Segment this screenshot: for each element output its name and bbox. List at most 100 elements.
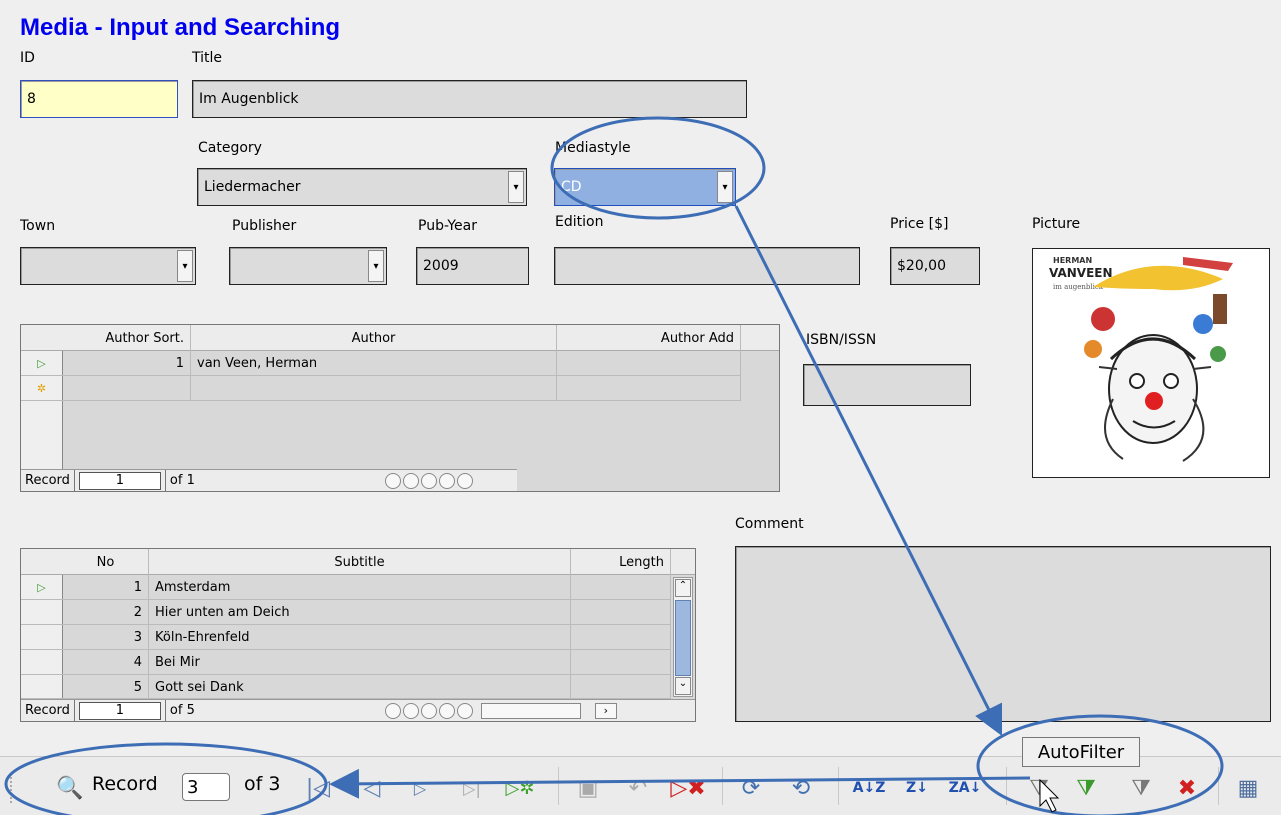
pubyear-field[interactable]: 2009	[416, 247, 529, 285]
dropdown-arrow-icon[interactable]: ▾	[177, 250, 193, 282]
sort-ascending-icon[interactable]: A↓Z	[853, 771, 886, 805]
new-record-icon[interactable]	[456, 472, 473, 489]
row-marker	[21, 600, 63, 624]
column-header[interactable]: Author	[191, 325, 557, 351]
previous-record-icon[interactable]	[402, 702, 419, 719]
separator	[558, 767, 559, 805]
author-add-cell[interactable]	[557, 376, 741, 400]
next-record-icon[interactable]: ▷	[404, 771, 436, 805]
record-number-input[interactable]: 1	[78, 701, 161, 720]
author-record-navigator: Record 1 of 1	[21, 469, 517, 491]
publisher-combo[interactable]: ▾	[229, 247, 387, 285]
refresh-icon[interactable]: ⟳	[734, 771, 768, 805]
first-record-icon[interactable]	[384, 702, 401, 719]
new-row-icon: ✲	[21, 376, 63, 400]
subtitle-cell[interactable]: Amsterdam	[149, 575, 571, 599]
edition-field[interactable]	[554, 247, 860, 285]
subtitle-cell[interactable]: Gott sei Dank	[149, 675, 571, 698]
pubyear-label: Pub-Year	[418, 218, 477, 234]
no-cell[interactable]: 1	[63, 575, 149, 599]
column-header[interactable]: Subtitle	[149, 549, 571, 575]
undo-icon[interactable]: ↶	[622, 771, 654, 805]
table-row[interactable]: ▷ 1 van Veen, Herman	[21, 351, 741, 376]
previous-record-icon[interactable]: ◁	[356, 771, 388, 805]
next-record-icon[interactable]	[420, 472, 437, 489]
author-cell[interactable]: van Veen, Herman	[191, 351, 557, 375]
author-sort-cell[interactable]: 1	[63, 351, 191, 375]
isbn-field[interactable]	[803, 364, 971, 406]
last-record-icon[interactable]: ▷|	[456, 771, 488, 805]
no-cell[interactable]: 2	[63, 600, 149, 624]
category-combo[interactable]: Liedermacher ▾	[197, 168, 527, 206]
new-record-icon[interactable]	[456, 702, 473, 719]
author-grid[interactable]: Author Sort. Author Author Add ▷ 1 van V…	[20, 324, 780, 492]
row-marker	[21, 650, 63, 674]
author-sort-cell[interactable]	[63, 376, 191, 400]
new-record-icon[interactable]: ▷✲	[502, 771, 538, 805]
table-row[interactable]: 3 Köln-Ehrenfeld	[21, 625, 671, 650]
title-field[interactable]: Im Augenblick	[192, 80, 747, 118]
no-cell[interactable]: 3	[63, 625, 149, 649]
sort-icon[interactable]: ZA↓	[948, 771, 982, 805]
table-row[interactable]: 4 Bei Mir	[21, 650, 671, 675]
dropdown-arrow-icon[interactable]: ▾	[717, 171, 733, 203]
autofilter-icon[interactable]: ⧩	[1022, 771, 1056, 805]
length-cell[interactable]	[571, 675, 671, 698]
reset-filter-icon[interactable]: ✖	[1168, 771, 1206, 805]
no-cell[interactable]: 4	[63, 650, 149, 674]
save-record-icon[interactable]: ▣	[572, 771, 604, 805]
previous-record-icon[interactable]	[402, 472, 419, 489]
subtitle-cell[interactable]: Hier unten am Deich	[149, 600, 571, 624]
no-cell[interactable]: 5	[63, 675, 149, 698]
id-field[interactable]: 8	[20, 80, 178, 118]
scroll-up-icon[interactable]: ⌃	[675, 579, 691, 597]
next-record-icon[interactable]	[420, 702, 437, 719]
subtitle-cell[interactable]: Köln-Ehrenfeld	[149, 625, 571, 649]
column-header[interactable]: No	[63, 549, 149, 575]
delete-record-icon[interactable]: ▷✖	[668, 771, 708, 805]
column-header[interactable]: Author Add	[557, 325, 741, 351]
scroll-down-icon[interactable]: ⌄	[675, 677, 691, 695]
comment-field[interactable]	[735, 546, 1271, 722]
scroll-thumb[interactable]	[675, 600, 691, 676]
find-icon[interactable]: 🔍	[54, 771, 86, 805]
record-label: Record	[92, 773, 158, 795]
length-cell[interactable]	[571, 625, 671, 649]
last-record-icon[interactable]	[438, 472, 455, 489]
toolbar-grip[interactable]	[10, 773, 13, 803]
record-number-input[interactable]: 1	[78, 471, 161, 490]
author-add-cell[interactable]	[557, 351, 741, 375]
data-source-icon[interactable]: ▦	[1230, 771, 1266, 805]
column-header[interactable]: Author Sort.	[63, 325, 191, 351]
scroll-right-icon[interactable]: ›	[594, 702, 617, 719]
table-row[interactable]: 2 Hier unten am Deich	[21, 600, 671, 625]
mediastyle-combo[interactable]: CD ▾	[554, 168, 736, 206]
apply-filter-icon[interactable]: ⧩	[1068, 771, 1104, 805]
length-cell[interactable]	[571, 650, 671, 674]
table-row[interactable]: ▷ 1 Amsterdam	[21, 575, 671, 600]
length-cell[interactable]	[571, 600, 671, 624]
table-row[interactable]: ✲	[21, 376, 741, 401]
sort-descending-icon[interactable]: Z↓	[900, 771, 934, 805]
category-label: Category	[198, 140, 262, 156]
first-record-icon[interactable]: |◁	[302, 771, 334, 805]
refresh-control-icon[interactable]: ⟲	[784, 771, 818, 805]
dropdown-arrow-icon[interactable]: ▾	[368, 250, 384, 282]
horizontal-scrollbar[interactable]	[480, 702, 581, 719]
subtitle-cell[interactable]: Bei Mir	[149, 650, 571, 674]
vertical-scrollbar[interactable]: ⌃ ⌄	[673, 577, 693, 697]
record-number-input[interactable]: 3	[182, 773, 230, 801]
town-combo[interactable]: ▾	[20, 247, 196, 285]
standard-filter-icon[interactable]: ⧩	[1124, 771, 1158, 805]
cover-picture[interactable]: HERMAN VANVEEN im augenblick	[1032, 248, 1270, 478]
price-field[interactable]: $20,00	[890, 247, 980, 285]
record-count-label: of 5	[169, 703, 195, 718]
column-header[interactable]: Length	[571, 549, 671, 575]
table-row[interactable]: 5 Gott sei Dank	[21, 675, 671, 699]
subtitle-grid[interactable]: No Subtitle Length ▷ 1 Amsterdam 2 Hier …	[20, 548, 696, 722]
dropdown-arrow-icon[interactable]: ▾	[508, 171, 524, 203]
first-record-icon[interactable]	[384, 472, 401, 489]
last-record-icon[interactable]	[438, 702, 455, 719]
author-cell[interactable]	[191, 376, 557, 400]
length-cell[interactable]	[571, 575, 671, 599]
